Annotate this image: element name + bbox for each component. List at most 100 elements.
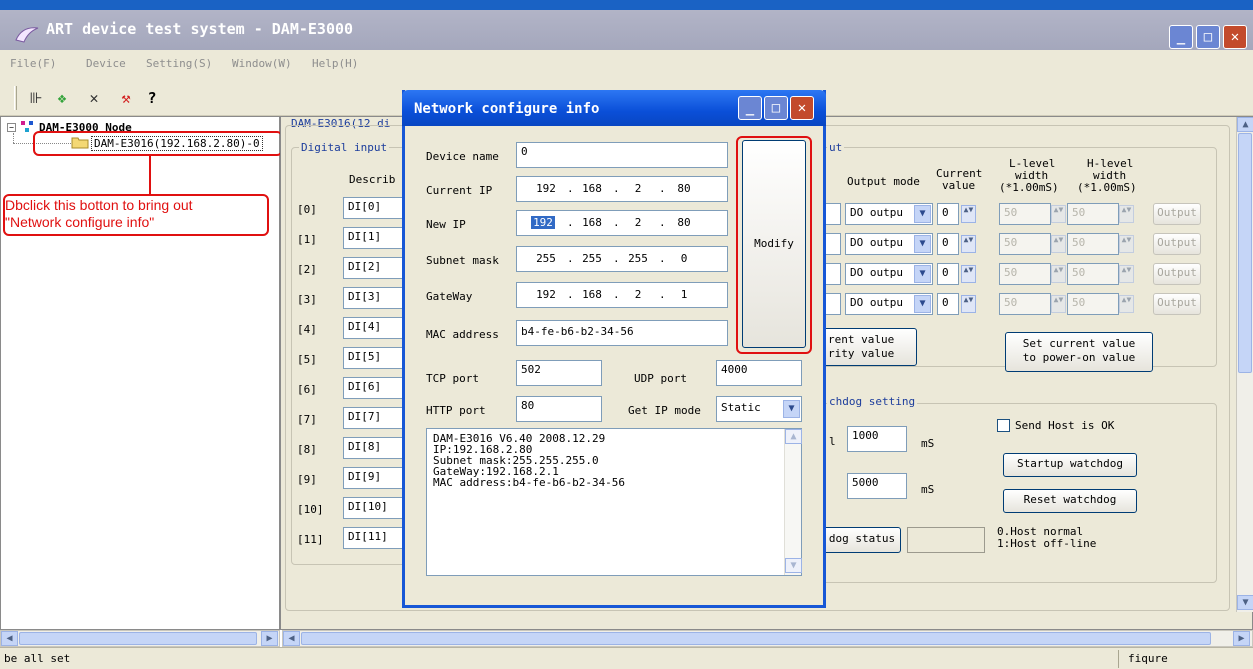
chevron-down-icon[interactable]: ▼ <box>914 205 931 223</box>
vertical-scrollbar[interactable]: ▲ ▼ <box>1236 117 1253 612</box>
modify-button[interactable]: Modify <box>742 140 806 348</box>
do-value-field[interactable]: 0 <box>937 293 959 315</box>
di-name-field[interactable]: DI[9] <box>343 467 403 489</box>
device-info-textarea[interactable]: DAM-E3016 V6.40 2008.12.29 IP:192.168.2.8… <box>426 428 802 576</box>
tree-scroll-right[interactable]: ▶ <box>261 631 278 646</box>
output-button[interactable]: Output <box>1153 203 1201 225</box>
udp-port-field[interactable]: 4000 <box>716 360 802 386</box>
add-device-icon[interactable]: ❖ <box>52 88 72 108</box>
do-mode-select[interactable]: DO outpu ▼ <box>845 233 933 255</box>
plug-icon[interactable]: ⊪ <box>26 88 46 108</box>
panel-scroll-left[interactable]: ◀ <box>283 631 300 646</box>
dialog-title: Network configure info <box>414 101 600 117</box>
subnet-field[interactable]: 255 . 255 . 255 . 0 <box>516 246 728 272</box>
do-value-spinner[interactable]: ▲▼ <box>961 265 976 283</box>
digital-input-title: Digital input <box>299 141 390 154</box>
tcp-port-field[interactable]: 502 <box>516 360 602 386</box>
do-value-spinner[interactable]: ▲▼ <box>961 205 976 223</box>
set-poweron-button[interactable]: Set current value to power-on value <box>1005 332 1153 372</box>
output-button[interactable]: Output <box>1153 263 1201 285</box>
vertical-scroll-thumb[interactable] <box>1238 133 1252 373</box>
highlight-device-box <box>33 131 283 156</box>
menu-window[interactable]: Window(W) <box>232 57 292 70</box>
do-value-field[interactable]: 0 <box>937 233 959 255</box>
delete-icon[interactable]: ✕ <box>84 88 104 108</box>
do-mode-value: DO outpu <box>850 236 903 249</box>
http-port-field[interactable]: 80 <box>516 396 602 422</box>
menu-setting[interactable]: Setting(S) <box>146 57 212 70</box>
panel-hscroll-thumb[interactable] <box>301 632 1211 645</box>
menu-device[interactable]: Device <box>86 57 126 70</box>
do-mode-select[interactable]: DO outpu ▼ <box>845 203 933 225</box>
current-ip-field[interactable]: 192 . 168 . 2 . 80 <box>516 176 728 202</box>
output-button[interactable]: Output <box>1153 293 1201 315</box>
menu-bar: File(F) Device Setting(S) Window(W) Help… <box>0 50 1253 80</box>
output-button[interactable]: Output <box>1153 233 1201 255</box>
dialog-maximize-button[interactable]: □ <box>764 96 788 120</box>
panel-scroll-right[interactable]: ▶ <box>1233 631 1250 646</box>
do-mode-select[interactable]: DO outpu ▼ <box>845 293 933 315</box>
di-name-field[interactable]: DI[10] <box>343 497 403 519</box>
maximize-button[interactable]: □ <box>1196 25 1220 49</box>
dog-status-button[interactable]: dog status <box>823 527 901 553</box>
tree-scroll-left[interactable]: ◀ <box>1 631 18 646</box>
textarea-scroll-down[interactable]: ▼ <box>785 558 802 573</box>
close-button[interactable]: ✕ <box>1223 25 1247 49</box>
current-value-line2: rity value <box>828 347 895 360</box>
di-name-field[interactable]: DI[8] <box>343 437 403 459</box>
chevron-down-icon[interactable]: ▼ <box>914 235 931 253</box>
di-name-field[interactable]: DI[1] <box>343 227 403 249</box>
menu-help[interactable]: Help(H) <box>312 57 358 70</box>
menu-file[interactable]: File(F) <box>10 57 56 70</box>
tree-hscroll-thumb[interactable] <box>19 632 257 645</box>
reset-watchdog-button[interactable]: Reset watchdog <box>1003 489 1137 513</box>
get-ip-mode-select[interactable]: Static ▼ <box>716 396 802 422</box>
do-mode-value: DO outpu <box>850 206 903 219</box>
help-icon[interactable]: ? <box>142 88 162 108</box>
scroll-down-arrow[interactable]: ▼ <box>1237 595 1253 610</box>
ip-dot: . <box>613 252 620 265</box>
main-title-bar[interactable]: ART device test system - DAM-E3000 _ □ ✕ <box>0 10 1253 50</box>
gateway-field[interactable]: 192 . 168 . 2 . 1 <box>516 282 728 308</box>
di-name-field[interactable]: DI[6] <box>343 377 403 399</box>
do-value-field[interactable]: 0 <box>937 203 959 225</box>
di-index: [6] <box>297 383 317 396</box>
do-mode-select[interactable]: DO outpu ▼ <box>845 263 933 285</box>
collapse-icon[interactable]: − <box>7 123 16 132</box>
di-name-field[interactable]: DI[7] <box>343 407 403 429</box>
panel-hscrollbar[interactable]: ◀ ▶ <box>282 630 1253 647</box>
di-name-field[interactable]: DI[5] <box>343 347 403 369</box>
di-name-field[interactable]: DI[0] <box>343 197 403 219</box>
do-value-field[interactable]: 0 <box>937 263 959 285</box>
send-host-checkbox[interactable] <box>997 419 1010 432</box>
watchdog-interval-field[interactable]: 1000 <box>847 426 907 452</box>
chevron-down-icon[interactable]: ▼ <box>914 295 931 313</box>
new-ip-field[interactable]: 192 . 168 . 2 . 80 <box>516 210 728 236</box>
startup-watchdog-button[interactable]: Startup watchdog <box>1003 453 1137 477</box>
dialog-close-button[interactable]: ✕ <box>790 96 814 120</box>
tool-icon[interactable]: ⚒ <box>116 88 136 108</box>
textarea-scroll-up[interactable]: ▲ <box>785 429 802 444</box>
gateway-label: GateWay <box>426 290 473 303</box>
di-name-field[interactable]: DI[3] <box>343 287 403 309</box>
dialog-title-bar[interactable]: Network configure info _ □ ✕ <box>402 90 826 126</box>
textarea-scrollbar[interactable]: ▲ ▼ <box>784 429 802 575</box>
tree-hscrollbar[interactable]: ◀ ▶ <box>0 630 280 647</box>
current-value-button[interactable]: rent value rity value <box>823 328 917 366</box>
di-index: [0] <box>297 203 317 216</box>
chevron-down-icon[interactable]: ▼ <box>914 265 931 283</box>
watchdog-timeout-field[interactable]: 5000 <box>847 473 907 499</box>
device-name-field[interactable]: 0 <box>516 142 728 168</box>
di-name-field[interactable]: DI[2] <box>343 257 403 279</box>
col-output-mode: Output mode <box>847 175 920 188</box>
http-port-label: HTTP port <box>426 404 486 417</box>
scroll-up-arrow[interactable]: ▲ <box>1237 117 1253 132</box>
dialog-minimize-button[interactable]: _ <box>738 96 762 120</box>
do-value-spinner[interactable]: ▲▼ <box>961 295 976 313</box>
do-value-spinner[interactable]: ▲▼ <box>961 235 976 253</box>
di-name-field[interactable]: DI[4] <box>343 317 403 339</box>
di-name-field[interactable]: DI[11] <box>343 527 403 549</box>
chevron-down-icon[interactable]: ▼ <box>783 400 800 418</box>
minimize-button[interactable]: _ <box>1169 25 1193 49</box>
mac-field[interactable]: b4-fe-b6-b2-34-56 <box>516 320 728 346</box>
